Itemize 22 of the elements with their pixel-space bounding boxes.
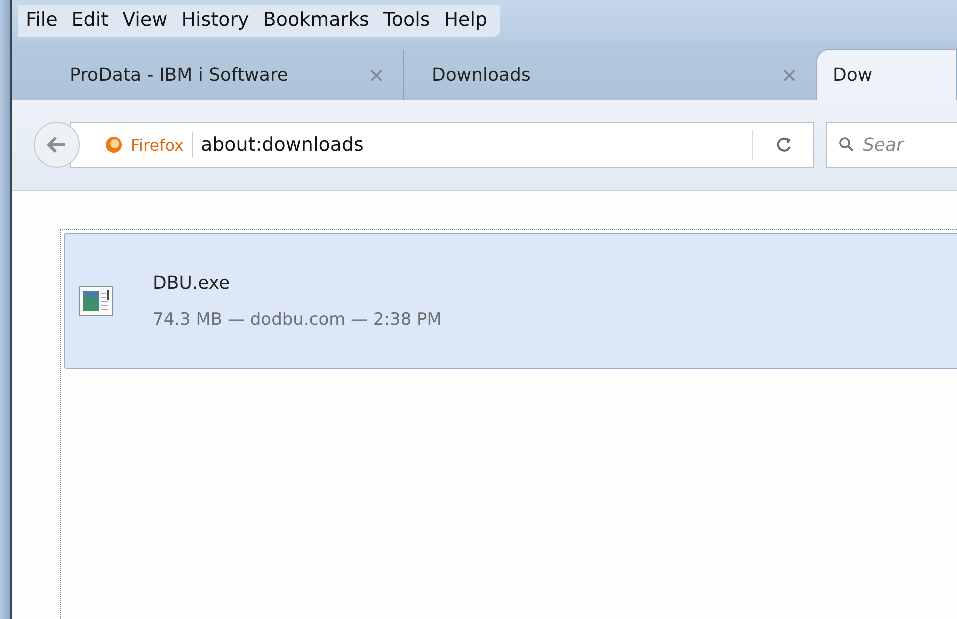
url-text: about:downloads [200,134,365,156]
browser-tab[interactable]: Dow [816,49,957,100]
search-field[interactable]: Sear [826,122,957,168]
menu-item[interactable]: Edit [72,9,109,31]
search-icon [839,137,855,153]
download-details: 74.3 MB — dodbu.com — 2:38 PM [153,310,442,330]
menu-item[interactable]: File [26,9,58,31]
application-icon [79,286,113,316]
menu-item[interactable]: Bookmarks [263,9,370,31]
menu-item[interactable]: History [182,9,250,31]
reload-icon[interactable] [775,136,793,154]
back-arrow-icon [47,137,67,153]
menu-item[interactable]: Help [444,9,488,31]
globe-icon [105,136,123,154]
file-name: DBU.exe [153,272,232,294]
address-bar[interactable]: Firefox about:downloads [70,122,814,168]
menu-item[interactable]: View [122,9,168,31]
back-button[interactable] [34,122,80,168]
menu-item[interactable]: Tools [383,9,430,31]
browser-tab[interactable]: Downloads × [404,50,816,100]
identity-label: Firefox [131,136,184,154]
download-item[interactable]: DBU.exe 74.3 MB — dodbu.com — 2:38 PM [64,233,957,369]
